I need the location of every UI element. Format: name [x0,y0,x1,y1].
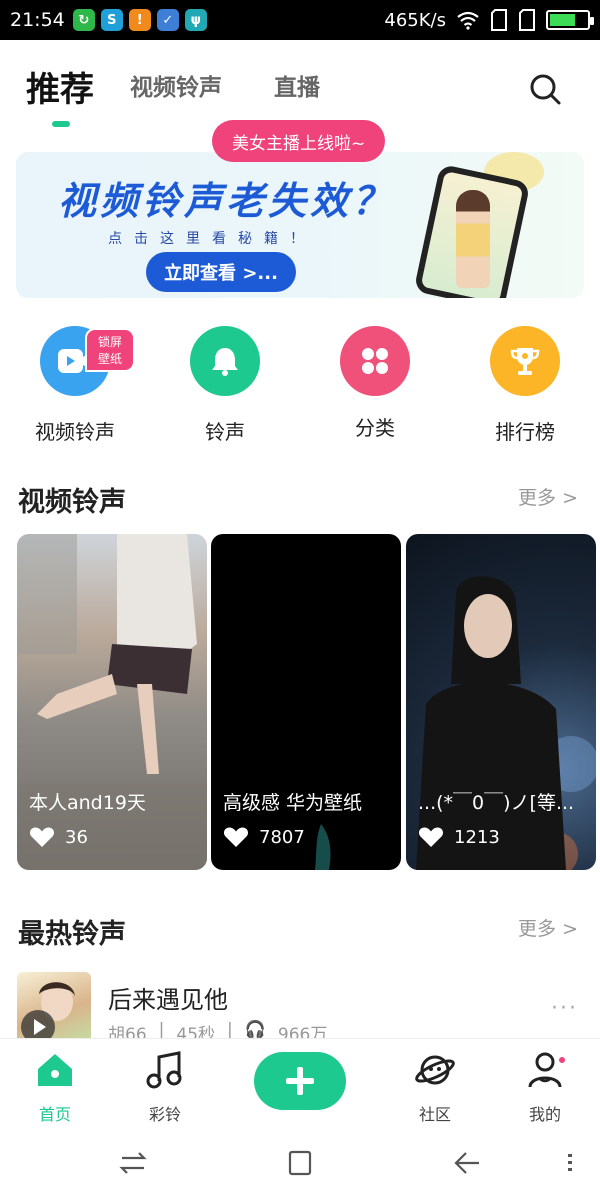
nav-label: 彩铃 [148,1105,181,1124]
back-icon[interactable] [452,1148,482,1178]
wifi-icon [457,11,479,30]
ringtone-title: 后来遇见他 [108,986,228,1014]
nav-label: 我的 [528,1105,561,1124]
app-notification-icon: ✓ [156,9,179,31]
banner-title: 视频铃声老失效？ [58,179,395,223]
ringtone-cover [17,972,91,1038]
notification-dot [557,1055,567,1065]
plus-icon [286,1067,314,1095]
video-thumbnail [17,534,207,870]
hot-section-title: 最热铃声 [18,919,126,950]
video-card[interactable]: 高级感 华为壁纸 7807 [211,534,401,870]
heart-icon [29,827,55,847]
status-bar: 21:54 ↻ S ! ✓ ψ 465K/s [0,0,600,40]
meta-divider: | [227,1020,233,1038]
ringtone-list-item[interactable]: 后来遇见他 胡66 | 45秒 | 🎧 966万 ··· [0,972,600,1038]
ringtone-meta: 胡66 | 45秒 | 🎧 966万 [108,1020,327,1038]
bell-icon [190,326,260,396]
quick-ranking[interactable]: 排行榜 [465,322,585,445]
video-section-title: 视频铃声 [18,487,126,518]
headphones-icon: 🎧 [244,1020,266,1038]
sim-icon [491,9,507,31]
system-navigation-bar [0,1124,600,1200]
quick-ringtone[interactable]: 铃声 [165,322,285,445]
grid-icon [340,326,410,396]
video-title: 高级感 华为壁纸 [223,792,363,814]
top-tab-bar: 推荐 视频铃声 直播 [0,40,600,130]
switch-icon[interactable] [118,1148,148,1178]
bottom-nav: 首页 彩铃 社区 我的 [0,1038,600,1124]
video-thumbnail [416,576,596,870]
quick-label: 铃声 [205,420,245,444]
live-promo-badge[interactable]: 美女主播上线啦~ [212,120,386,162]
app-notification-icon: S [100,9,123,31]
nav-caller-ringtone[interactable]: 彩铃 [125,1049,205,1125]
heart-icon [223,827,249,847]
quick-video-ringtone[interactable]: 锁屏壁纸 视频铃声 [15,322,135,445]
like-count: 36 [65,826,88,848]
nav-home[interactable]: 首页 [15,1049,95,1125]
hot-section-more-link[interactable]: 更多 > [518,914,578,941]
like-count: 7807 [259,826,305,848]
video-title: ...(*￣0￣)ノ[等... [418,792,575,814]
battery-icon [546,10,594,30]
quick-entry-row: 锁屏壁纸 视频铃声 铃声 分类 排行榜 [0,322,600,452]
app-notification-icon: ↻ [72,9,95,31]
lockscreen-badge: 锁屏壁纸 [85,328,135,372]
status-time: 21:54 [10,9,65,31]
ringtone-duration: 45秒 [176,1025,216,1038]
video-thumbnail [315,824,331,870]
search-icon[interactable] [528,72,562,106]
heart-icon [418,827,444,847]
tab-recommend[interactable]: 推荐 [26,62,94,111]
ringtone-artist: 胡66 [108,1025,147,1038]
sim-icon [519,9,535,31]
nav-label: 社区 [418,1105,451,1124]
menu-dots-icon[interactable] [555,1148,585,1178]
tab-live[interactable]: 直播 [274,68,320,102]
usb-icon: ψ [184,9,207,31]
warning-icon: ! [128,9,151,31]
planet-icon [415,1055,455,1085]
video-likes: 36 [29,826,88,848]
video-likes: 7807 [223,826,305,848]
video-card[interactable]: 本人and19天 36 [17,534,207,870]
banner-person-illustration [456,190,490,288]
more-options-icon[interactable]: ··· [551,996,578,1021]
video-card[interactable]: ...(*￣0￣)ノ[等... 1213 [406,534,596,870]
quick-label: 分类 [355,416,395,440]
promo-banner[interactable]: 视频铃声老失效？ 点击这里看秘籍！ 立即查看 >... [16,152,584,298]
play-icon[interactable] [21,1010,55,1038]
trophy-icon [490,326,560,396]
video-likes: 1213 [418,826,500,848]
home-square-icon[interactable] [285,1148,315,1178]
tab-video-ringtone[interactable]: 视频铃声 [130,68,222,102]
nav-community[interactable]: 社区 [395,1049,475,1125]
nav-label: 首页 [38,1105,71,1124]
video-section-more-link[interactable]: 更多 > [518,483,578,510]
banner-subtitle: 点击这里看秘籍！ [108,231,316,247]
like-count: 1213 [454,826,500,848]
nav-profile[interactable]: 我的 [505,1049,585,1125]
quick-category[interactable]: 分类 [315,322,435,441]
notification-icons: ↻ S ! ✓ ψ [72,9,207,31]
quick-label: 排行榜 [495,420,555,444]
video-title: 本人and19天 [29,792,146,814]
music-note-icon [146,1051,182,1089]
banner-view-button[interactable]: 立即查看 >... [146,252,296,292]
network-speed: 465K/s [384,9,446,31]
meta-divider: | [158,1020,165,1038]
add-button[interactable] [254,1052,346,1110]
quick-label: 视频铃声 [35,420,115,444]
home-icon [38,1054,72,1086]
active-tab-indicator [52,121,70,127]
ringtone-plays: 966万 [277,1025,328,1038]
